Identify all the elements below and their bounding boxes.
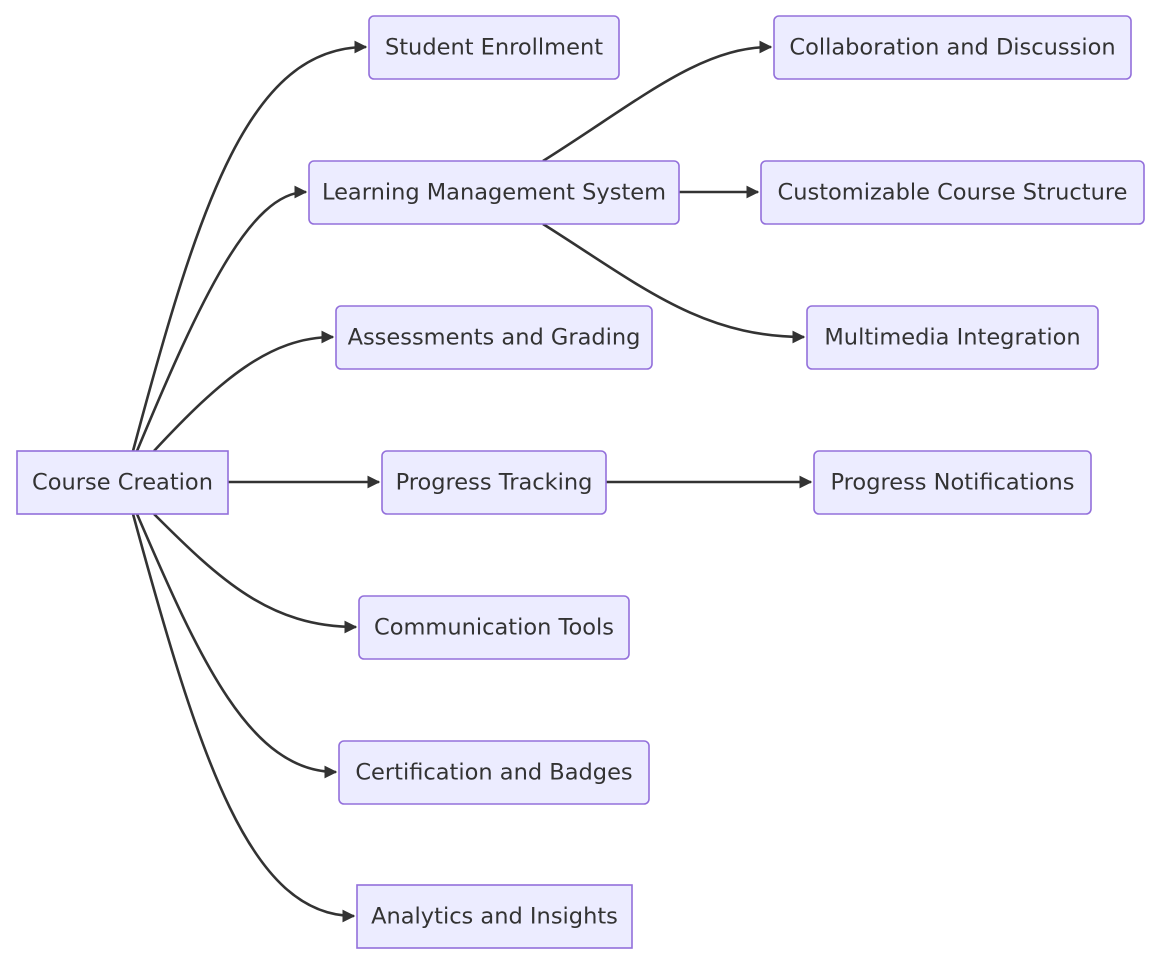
node-lms[interactable]: Learning Management System — [308, 160, 680, 225]
node-label: Analytics and Insights — [371, 904, 618, 930]
node-label: Learning Management System — [322, 180, 666, 206]
node-label: Course Creation — [32, 470, 213, 496]
node-progress-tracking[interactable]: Progress Tracking — [381, 450, 607, 515]
edge-course-creation-to-communication — [153, 513, 358, 634]
node-label: Communication Tools — [374, 615, 614, 641]
node-multimedia[interactable]: Multimedia Integration — [806, 305, 1099, 370]
node-customizable[interactable]: Customizable Course Structure — [760, 160, 1145, 225]
node-analytics[interactable]: Analytics and Insights — [356, 884, 633, 949]
edge-course-creation-to-assessments — [153, 330, 335, 452]
node-assessments[interactable]: Assessments and Grading — [335, 305, 653, 370]
edge-course-creation-to-student-enrollment — [131, 40, 368, 452]
node-label: Student Enrollment — [385, 35, 603, 61]
node-certification[interactable]: Certification and Badges — [338, 740, 650, 805]
edge-course-creation-to-analytics — [131, 513, 356, 923]
node-course-creation[interactable]: Course Creation — [16, 450, 229, 515]
node-student-enrollment[interactable]: Student Enrollment — [368, 15, 620, 80]
node-communication[interactable]: Communication Tools — [358, 595, 630, 660]
node-label: Certification and Badges — [355, 760, 632, 786]
node-label: Progress Notifications — [831, 470, 1075, 496]
nodes-layer: Course Creation Student Enrollment Learnin… — [16, 15, 1145, 949]
edge-course-creation-to-lms — [135, 185, 308, 452]
edge-course-creation-to-certification — [135, 513, 338, 779]
node-label: Customizable Course Structure — [778, 180, 1128, 206]
node-progress-notifications[interactable]: Progress Notifications — [813, 450, 1092, 515]
node-label: Assessments and Grading — [348, 325, 641, 351]
flowchart-diagram: Course Creation Student Enrollment Learnin… — [16, 15, 1145, 949]
node-label: Multimedia Integration — [824, 325, 1080, 351]
node-collaboration[interactable]: Collaboration and Discussion — [773, 15, 1132, 80]
node-label: Collaboration and Discussion — [789, 35, 1115, 61]
node-label: Progress Tracking — [396, 470, 593, 496]
